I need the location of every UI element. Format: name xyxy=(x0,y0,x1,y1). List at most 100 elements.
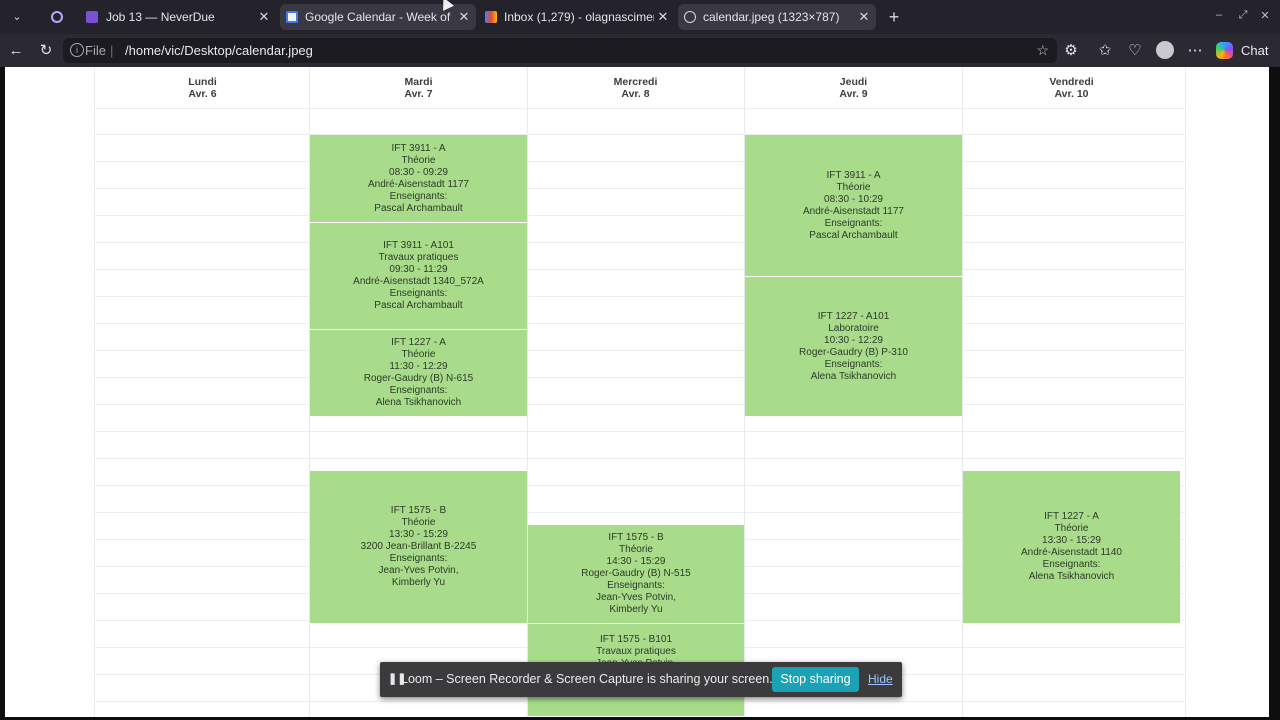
tab-neverdue[interactable]: Job 13 — NeverDue ✕ xyxy=(80,4,276,30)
event-ift1575-b-mercredi[interactable]: IFT 1575 - B Théorie 14:30 - 15:29 Roger-Ga… xyxy=(528,525,744,624)
close-icon[interactable]: ✕ xyxy=(657,4,669,30)
new-tab-plus-icon[interactable]: + xyxy=(884,6,904,28)
close-icon[interactable]: ✕ xyxy=(858,4,870,30)
event-line: IFT 1227 - A xyxy=(1044,511,1099,522)
grid-line xyxy=(94,296,1186,297)
back-arrow-icon[interactable]: ← xyxy=(5,40,27,62)
event-line: Enseignants: xyxy=(389,190,448,202)
column-divider xyxy=(1185,67,1186,717)
event-line: André-Aisenstadt 1177 xyxy=(803,205,904,217)
event-line: Roger-Gaudry (B) N-615 xyxy=(363,373,474,384)
url-text[interactable]: /home/vic/Desktop/calendar.jpeg xyxy=(125,38,313,63)
profile-avatar[interactable] xyxy=(1156,41,1174,59)
grid-line xyxy=(94,161,1186,162)
browser-essentials-icon[interactable]: ♡ xyxy=(1124,40,1146,62)
url-scheme: File xyxy=(85,43,106,58)
event-line: Théorie xyxy=(401,517,436,528)
event-line: Travaux pratiques xyxy=(378,252,459,263)
column-divider xyxy=(94,67,95,717)
event-line: Travaux pratiques xyxy=(596,646,676,657)
event-line: 13:30 - 15:29 xyxy=(1042,535,1101,546)
event-line: Enseignants: xyxy=(389,553,448,564)
event-line: IFT 1227 - A xyxy=(391,337,446,348)
nav-toolbar: ← ↻ i File | /home/vic/Desktop/calendar.… xyxy=(0,34,1280,67)
event-line: 3200 Jean-Brillant B-2245 xyxy=(360,541,477,552)
event-line: IFT 1575 - B xyxy=(390,505,447,516)
event-line: André-Aisenstadt 1177 xyxy=(368,178,469,190)
favorites-icon[interactable]: ✩ xyxy=(1094,40,1116,62)
event-line: Alena Tsikhanovich xyxy=(1028,571,1115,582)
event-line: 08:30 - 10:29 xyxy=(824,193,883,205)
loom-sharing-banner: ❚❚ Loom – Screen Recorder & Screen Captu… xyxy=(380,662,902,697)
neverdue-icon xyxy=(86,11,98,23)
event-line: IFT 3911 - A xyxy=(826,169,881,181)
event-line: IFT 3911 - A xyxy=(391,142,446,154)
event-line: IFT 1227 - A101 xyxy=(817,310,890,322)
event-line: Théorie xyxy=(1054,523,1089,534)
grid-line xyxy=(94,108,1186,109)
close-icon[interactable]: ✕ xyxy=(458,4,470,30)
tab-title: Google Calendar - Week of April xyxy=(305,10,453,24)
copilot-chat-button[interactable]: Chat xyxy=(1214,38,1274,63)
event-line: Théorie xyxy=(619,544,653,555)
event-line: Pascal Archambault xyxy=(809,229,898,241)
stop-sharing-button[interactable]: Stop sharing xyxy=(772,667,859,692)
window-close-icon[interactable]: ✕ xyxy=(1258,9,1272,22)
event-line: 08:30 - 09:29 xyxy=(389,166,448,178)
event-line: Roger-Gaudry (B) N-515 xyxy=(581,568,691,579)
event-line: IFT 1575 - B101 xyxy=(599,634,673,645)
event-ift1227-a101-jeudi[interactable]: IFT 1227 - A101 Laboratoire 10:30 - 12:29 R… xyxy=(745,277,962,417)
event-ift1227-a-vendredi[interactable]: IFT 1227 - A Théorie 13:30 - 15:29 André-Ai… xyxy=(963,471,1180,624)
event-line: Enseignants: xyxy=(824,217,883,229)
event-ift1575-b-mardi[interactable]: IFT 1575 - B Théorie 13:30 - 15:29 3200 Jea… xyxy=(310,471,527,624)
chat-label: Chat xyxy=(1241,43,1269,58)
grid-line xyxy=(94,431,1186,432)
tab-gmail-inbox[interactable]: Inbox (1,279) - olagnascimento ✕ xyxy=(479,4,675,30)
event-line: 10:30 - 12:29 xyxy=(824,334,883,346)
bookmark-star-icon[interactable]: ☆ xyxy=(1036,38,1049,63)
close-icon[interactable]: ✕ xyxy=(258,4,270,30)
info-icon[interactable]: i xyxy=(70,43,84,57)
reload-icon[interactable]: ↻ xyxy=(35,40,57,62)
event-line: Enseignants: xyxy=(607,580,665,591)
event-line: Roger-Gaudry (B) P-310 xyxy=(799,346,908,358)
day-name: Lundi xyxy=(188,76,217,88)
event-line: Théorie xyxy=(836,181,871,193)
calendar-image: Lundi Avr. 6 Mardi Avr. 7 Mercredi Avr. … xyxy=(5,67,1269,717)
day-date: Avr. 10 xyxy=(1054,88,1089,100)
event-ift3911-a-mardi[interactable]: IFT 3911 - A Théorie 08:30 - 09:29 André-Ai… xyxy=(310,135,527,223)
day-header-lundi: Lundi Avr. 6 xyxy=(94,76,311,100)
event-ift1227-a-mardi[interactable]: IFT 1227 - A Théorie 11:30 - 12:29 Roger-Ga… xyxy=(310,330,527,417)
event-line: Jean-Yves Potvin, xyxy=(595,592,677,603)
grid-line xyxy=(94,350,1186,351)
event-ift3911-a101-mardi[interactable]: IFT 3911 - A101 Travaux pratiques 09:30 - … xyxy=(310,223,527,330)
gmail-icon xyxy=(485,11,497,23)
grid-line xyxy=(94,458,1186,459)
day-date: Avr. 6 xyxy=(188,88,217,100)
address-bar[interactable]: i File | /home/vic/Desktop/calendar.jpeg… xyxy=(63,38,1057,63)
event-line: André-Aisenstadt 1340_572A xyxy=(353,276,484,287)
more-menu-icon[interactable]: ⋯ xyxy=(1184,40,1206,62)
day-name: Vendredi xyxy=(1049,76,1094,88)
event-ift3911-a-jeudi[interactable]: IFT 3911 - A Théorie 08:30 - 10:29 André-Ai… xyxy=(745,135,962,277)
tab-title: calendar.jpeg (1323×787) xyxy=(703,10,840,24)
globe-icon xyxy=(684,11,696,23)
tab-list-chevron-icon[interactable]: ⌄ xyxy=(6,6,28,28)
event-line: Enseignants: xyxy=(824,358,883,370)
grid-line xyxy=(94,134,1186,135)
day-date: Avr. 9 xyxy=(839,88,868,100)
event-line: Pascal Archambault xyxy=(374,202,463,214)
hide-banner-link[interactable]: Hide xyxy=(868,662,893,697)
event-line: 14:30 - 15:29 xyxy=(606,556,666,567)
pinned-tab-icon[interactable] xyxy=(46,6,68,28)
event-line: 09:30 - 11:29 xyxy=(389,264,448,275)
tab-calendar-jpeg[interactable]: calendar.jpeg (1323×787) ✕ xyxy=(678,4,876,30)
day-name: Mercredi xyxy=(613,76,658,88)
event-line: Enseignants: xyxy=(1042,559,1101,570)
event-line: Enseignants: xyxy=(389,288,448,299)
restore-icon[interactable]: ⤢ xyxy=(1236,9,1250,22)
calendar-icon xyxy=(286,11,298,23)
day-header-vendredi: Vendredi Avr. 10 xyxy=(963,76,1180,100)
extensions-puzzle-icon[interactable]: ⚙ xyxy=(1060,40,1082,62)
minimize-icon[interactable]: – xyxy=(1212,9,1226,21)
